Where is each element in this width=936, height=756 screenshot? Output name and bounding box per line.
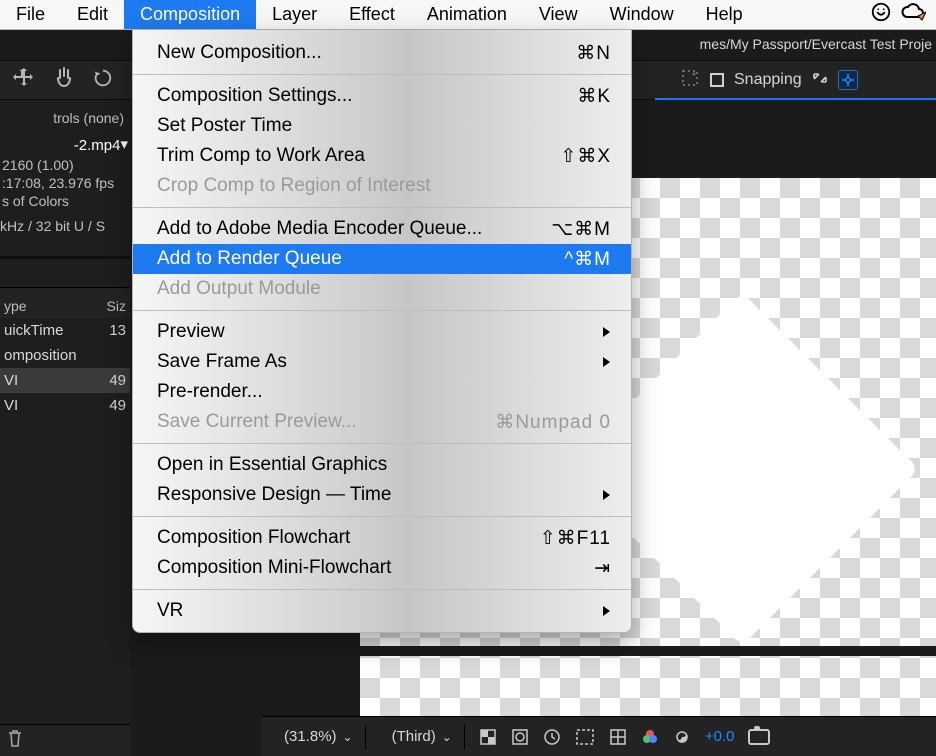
color-mgmt-icon[interactable] xyxy=(641,728,659,746)
menu-item-label: Trim Comp to Work Area xyxy=(157,145,560,167)
resolution-value: (Third) xyxy=(392,728,436,745)
submenu-arrow-icon xyxy=(601,489,611,501)
menu-item-save-frame-as[interactable]: Save Frame As xyxy=(133,347,631,377)
col-size: Siz xyxy=(107,298,126,314)
menu-item-new-composition[interactable]: New Composition...⌘N xyxy=(133,38,631,68)
menu-item-shortcut: ⇥ xyxy=(594,557,611,580)
menubar-item-effect[interactable]: Effect xyxy=(333,0,411,29)
snapping-box-icon[interactable] xyxy=(710,73,724,87)
cloud-tray-icon[interactable] xyxy=(900,1,926,28)
project-row[interactable]: uickTime13 xyxy=(0,318,130,343)
effect-controls-title: trols (none) xyxy=(0,100,130,132)
rotate-tool-icon[interactable] xyxy=(92,67,114,94)
menu-item-shortcut: ⇧⌘X xyxy=(560,145,611,168)
zoom-value: (31.8%) xyxy=(284,728,337,745)
project-panel-footer xyxy=(0,724,130,756)
menu-item-label: Add to Render Queue xyxy=(157,248,564,270)
menu-item-shortcut: ⌘K xyxy=(577,85,611,108)
comp-name-label[interactable]: -2.mp4▾ xyxy=(0,132,130,156)
toggle-mask-icon[interactable] xyxy=(511,728,529,746)
menu-item-shortcut: ⇧⌘F11 xyxy=(540,527,611,550)
menu-item-label: Open in Essential Graphics xyxy=(157,454,611,476)
menu-item-vr[interactable]: VR xyxy=(133,596,631,626)
viewer-footer: (31.8%)⌄ (Third)⌄ +0. xyxy=(262,716,936,756)
menu-item-label: Composition Flowchart xyxy=(157,527,540,549)
menu-item-label: Composition Settings... xyxy=(157,85,577,107)
menu-item-composition-flowchart[interactable]: Composition Flowchart⇧⌘F11 xyxy=(133,523,631,553)
resolution-dropdown[interactable]: (Third)⌄ xyxy=(384,724,460,750)
submenu-arrow-icon xyxy=(601,326,611,338)
menubar-item-edit[interactable]: Edit xyxy=(61,0,124,29)
submenu-arrow-icon xyxy=(601,605,611,617)
menu-item-label: Add to Adobe Media Encoder Queue... xyxy=(157,218,551,240)
menu-item-crop-comp-to-region-of-interest: Crop Comp to Region of Interest xyxy=(133,171,631,201)
menu-item-label: Crop Comp to Region of Interest xyxy=(157,175,611,197)
menu-item-label: VR xyxy=(157,600,601,622)
menu-item-label: Save Current Preview... xyxy=(157,411,495,433)
comp-duration-label: :17:08, 23.976 fps xyxy=(0,174,130,192)
menu-item-label: New Composition... xyxy=(157,42,576,64)
project-list-header[interactable]: ype Siz xyxy=(0,287,130,318)
project-row[interactable]: VI49 xyxy=(0,393,130,418)
menu-item-add-to-adobe-media-encoder-queue[interactable]: Add to Adobe Media Encoder Queue...⌥⌘M xyxy=(133,214,631,244)
color-label: s of Colors xyxy=(0,192,130,210)
exposure-icon[interactable] xyxy=(673,728,691,746)
timecode-icon[interactable] xyxy=(543,728,561,746)
project-row[interactable]: VI49 xyxy=(0,368,130,393)
menu-item-label: Pre-render... xyxy=(157,381,611,403)
project-row[interactable]: omposition xyxy=(0,343,130,368)
menu-item-preview[interactable]: Preview xyxy=(133,317,631,347)
snapping-expand-icon[interactable] xyxy=(812,70,828,91)
menu-item-open-in-essential-graphics[interactable]: Open in Essential Graphics xyxy=(133,450,631,480)
menu-item-label: Set Poster Time xyxy=(157,115,611,137)
menu-item-save-current-preview: Save Current Preview...⌘Numpad 0 xyxy=(133,407,631,437)
snapshot-icon[interactable] xyxy=(748,729,770,745)
menubar-item-layer[interactable]: Layer xyxy=(256,0,333,29)
menu-item-shortcut: ⌥⌘M xyxy=(551,218,611,241)
menu-item-label: Save Frame As xyxy=(157,351,601,373)
antivirus-tray-icon[interactable] xyxy=(870,1,892,28)
menu-item-trim-comp-to-work-area[interactable]: Trim Comp to Work Area⇧⌘X xyxy=(133,141,631,171)
menubar-item-file[interactable]: File xyxy=(0,0,61,29)
region-icon[interactable] xyxy=(575,728,595,746)
menu-item-label: Composition Mini-Flowchart xyxy=(157,557,594,579)
snapping-crosshair-icon[interactable] xyxy=(838,70,858,90)
menu-item-label: Responsive Design — Time xyxy=(157,484,601,506)
menu-item-shortcut: ⌘Numpad 0 xyxy=(495,411,611,434)
menu-item-set-poster-time[interactable]: Set Poster Time xyxy=(133,111,631,141)
menu-item-shortcut: ⌘N xyxy=(576,42,611,65)
move-tool-icon[interactable] xyxy=(12,66,36,95)
menu-item-add-to-render-queue[interactable]: Add to Render Queue^⌘M xyxy=(133,244,631,274)
hand-tool-icon[interactable] xyxy=(52,66,76,95)
audio-format-label: kHz / 32 bit U / S xyxy=(0,210,130,234)
menubar-item-window[interactable]: Window xyxy=(594,0,690,29)
exposure-value[interactable]: +0.0 xyxy=(705,728,735,745)
toggle-alpha-icon[interactable] xyxy=(479,728,497,746)
trash-icon[interactable] xyxy=(6,728,24,753)
menu-item-composition-settings[interactable]: Composition Settings...⌘K xyxy=(133,81,631,111)
zoom-dropdown[interactable]: (31.8%)⌄ xyxy=(276,724,361,750)
menu-item-shortcut: ^⌘M xyxy=(564,248,611,271)
menu-item-composition-mini-flowchart[interactable]: Composition Mini-Flowchart⇥ xyxy=(133,553,631,583)
grid-icon[interactable] xyxy=(609,728,627,746)
menubar-item-animation[interactable]: Animation xyxy=(411,0,523,29)
mac-menubar[interactable]: FileEditCompositionLayerEffectAnimationV… xyxy=(0,0,936,30)
comp-resolution-label: 2160 (1.00) xyxy=(0,156,130,174)
project-panel: trols (none) -2.mp4▾ 2160 (1.00) :17:08,… xyxy=(0,100,130,756)
snapping-label: Snapping xyxy=(734,71,802,89)
menubar-item-help[interactable]: Help xyxy=(690,0,759,29)
menu-item-responsive-design-time[interactable]: Responsive Design — Time xyxy=(133,480,631,510)
submenu-arrow-icon xyxy=(601,356,611,368)
menubar-item-composition[interactable]: Composition xyxy=(124,0,256,29)
menu-item-pre-render[interactable]: Pre-render... xyxy=(133,377,631,407)
menubar-item-view[interactable]: View xyxy=(523,0,594,29)
col-type: ype xyxy=(4,298,107,314)
menu-item-label: Preview xyxy=(157,321,601,343)
menu-item-label: Add Output Module xyxy=(157,278,611,300)
project-path-label: mes/My Passport/Evercast Test Proje xyxy=(700,36,932,52)
composition-menu[interactable]: New Composition...⌘N Composition Settings… xyxy=(132,30,632,633)
menu-item-add-output-module: Add Output Module xyxy=(133,274,631,304)
snap-to-layer-icon[interactable] xyxy=(680,68,700,93)
